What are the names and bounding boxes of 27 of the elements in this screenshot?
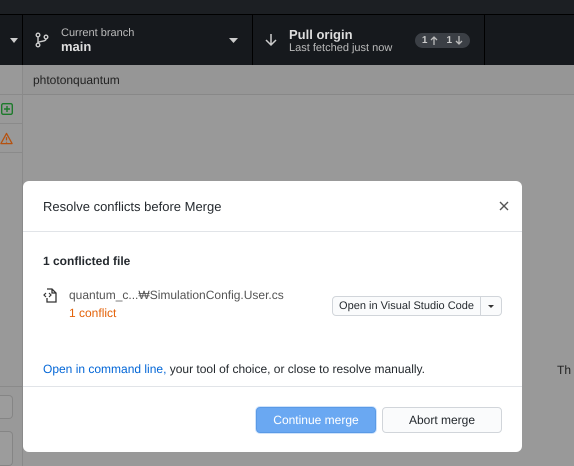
fetch-status: Last fetched just now [289, 42, 394, 54]
branch-name: main [61, 38, 92, 54]
caret-icon [229, 38, 238, 42]
repository-tab[interactable]: phtotonquantum [33, 72, 120, 86]
branch-label: Current branch [61, 26, 136, 38]
file-added-icon [1, 103, 13, 115]
file-path: quantum_c...₩SimulationConfig.User.cs [69, 288, 285, 302]
pull-label: Pull origin [289, 26, 354, 42]
conflict-status: 1 conflict [69, 306, 118, 320]
up-arrow-icon [430, 36, 438, 44]
down-arrow-icon [265, 33, 277, 47]
caret-icon[interactable] [10, 38, 18, 42]
background-text: Th [557, 363, 572, 377]
down-arrow-icon [455, 36, 463, 44]
close-icon[interactable] [499, 201, 509, 211]
summary-field[interactable] [0, 395, 13, 419]
branch-icon [35, 32, 49, 48]
caret-icon [488, 304, 494, 308]
warning-icon [0, 132, 13, 144]
conflict-count: 1 conflicted file [43, 254, 132, 268]
abort-button[interactable]: Abort merge [382, 406, 502, 432]
ahead-behind-badge: 1 1 [414, 32, 470, 48]
dialog-title: Resolve conflicts before Merge [43, 198, 222, 214]
instructions-text: Open in command line, your tool of choice, or close to resolve manually. [43, 362, 426, 376]
code-file-icon [43, 288, 57, 303]
command-line-link[interactable]: Open in command line, [43, 362, 166, 376]
description-field[interactable] [0, 431, 13, 466]
